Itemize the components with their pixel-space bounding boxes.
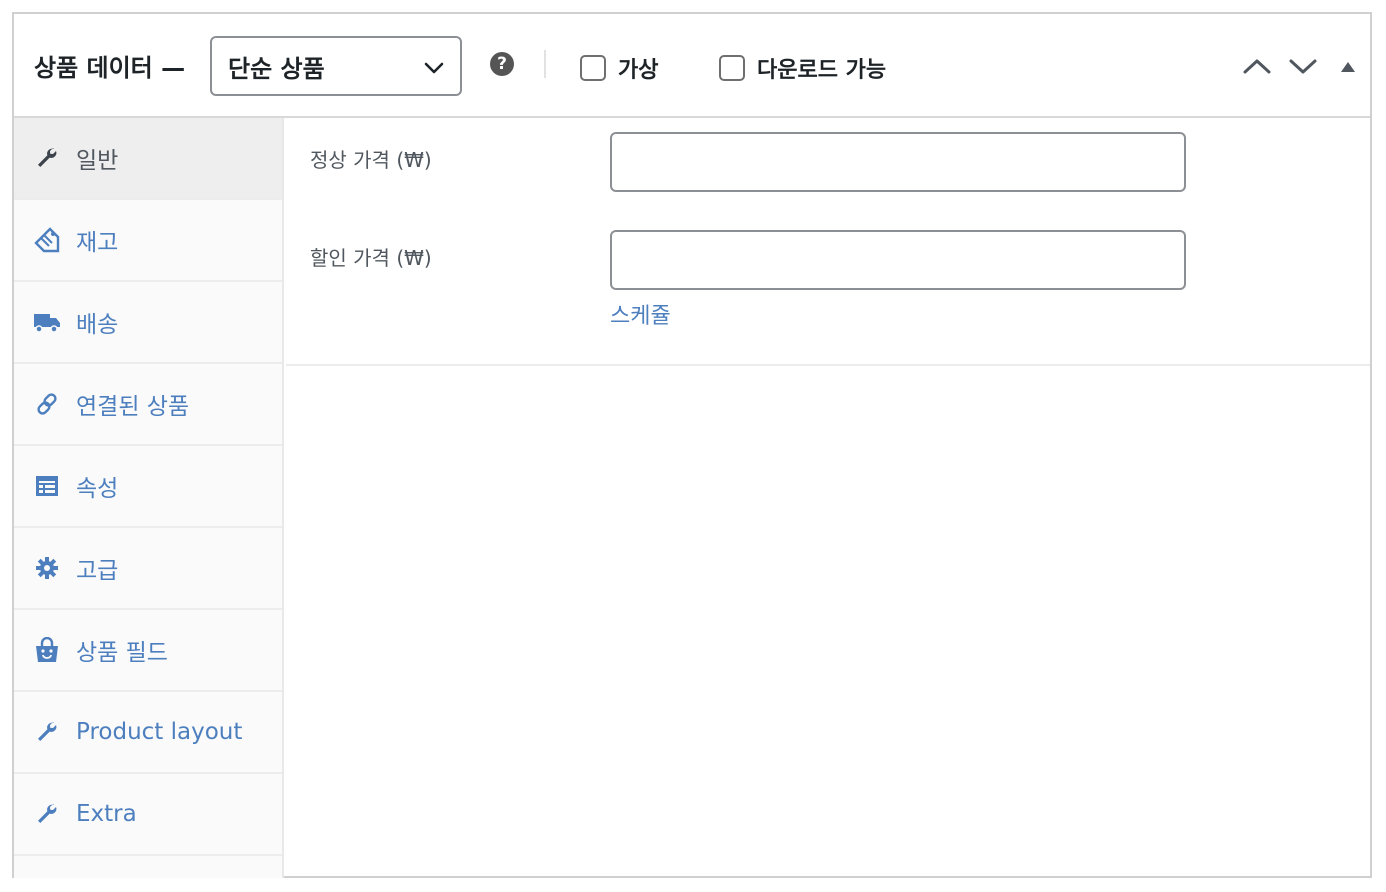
tab-inventory[interactable]: 재고: [14, 200, 282, 282]
tab-advanced[interactable]: 고급: [14, 528, 282, 610]
tab-label: 고급: [76, 558, 119, 584]
triangle-up-icon[interactable]: [1338, 54, 1358, 78]
tab-label: Extra: [76, 801, 137, 827]
downloadable-checkbox[interactable]: [719, 55, 745, 81]
downloadable-checkbox-label: 다운로드 가능: [757, 58, 887, 83]
tab-label: 속성: [76, 476, 119, 502]
tab-shipping[interactable]: 배송: [14, 282, 282, 364]
gear-icon: [34, 555, 60, 581]
shopping-bag-icon: [34, 637, 60, 663]
wrench-icon: [34, 801, 60, 827]
tab-label: 재고: [76, 230, 119, 256]
chevron-down-icon: [424, 62, 444, 74]
chevron-down-icon[interactable]: [1288, 54, 1318, 78]
panel-header: 상품 데이터 — 단순 상품 ? 가상 다운로드 가능: [14, 14, 1370, 118]
tab-general[interactable]: 일반: [14, 118, 282, 200]
tab-linked-products[interactable]: 연결된 상품: [14, 364, 282, 446]
schedule-link[interactable]: 스케쥴: [610, 298, 671, 330]
tab-label: 상품 필드: [76, 640, 168, 666]
truck-icon: [34, 309, 60, 335]
regular-price-label: 정상 가격 (₩): [310, 148, 432, 172]
general-panel: 정상 가격 (₩) 할인 가격 (₩) 스케쥴: [286, 118, 1370, 878]
tab-product-fields[interactable]: 상품 필드: [14, 610, 282, 692]
link-icon: [34, 391, 60, 417]
virtual-checkbox[interactable]: [580, 55, 606, 81]
product-type-value: 단순 상품: [228, 54, 325, 83]
tag-icon: [34, 227, 60, 253]
regular-price-input[interactable]: [610, 132, 1186, 192]
sale-price-label: 할인 가격 (₩): [310, 246, 432, 270]
panel-title: 상품 데이터 —: [34, 54, 186, 82]
tab-label: 연결된 상품: [76, 394, 190, 420]
wrench-icon: [34, 145, 60, 171]
product-data-panel: 상품 데이터 — 단순 상품 ? 가상 다운로드 가능 일반 재고 배송 연결된…: [12, 12, 1372, 878]
tab-label: Product layout: [76, 719, 243, 745]
list-table-icon: [34, 473, 60, 499]
tab-extra[interactable]: Extra: [14, 774, 282, 856]
panel-divider: [286, 364, 1370, 366]
chevron-up-icon[interactable]: [1242, 54, 1272, 78]
tab-label: 일반: [76, 148, 119, 174]
product-type-select[interactable]: 단순 상품: [210, 36, 462, 96]
virtual-checkbox-label: 가상: [618, 58, 659, 83]
help-icon[interactable]: ?: [490, 52, 514, 76]
downloadable-checkbox-wrap[interactable]: 다운로드 가능: [719, 52, 886, 84]
sale-price-input[interactable]: [610, 230, 1186, 290]
tab-product-layout[interactable]: Product layout: [14, 692, 282, 774]
tab-label: 배송: [76, 312, 119, 338]
header-divider: [544, 50, 546, 78]
product-data-tabs: 일반 재고 배송 연결된 상품 속성 고급 상품 필드 Product layo…: [14, 118, 284, 878]
tab-attributes[interactable]: 속성: [14, 446, 282, 528]
virtual-checkbox-wrap[interactable]: 가상: [580, 52, 658, 84]
wrench-icon: [34, 719, 60, 745]
